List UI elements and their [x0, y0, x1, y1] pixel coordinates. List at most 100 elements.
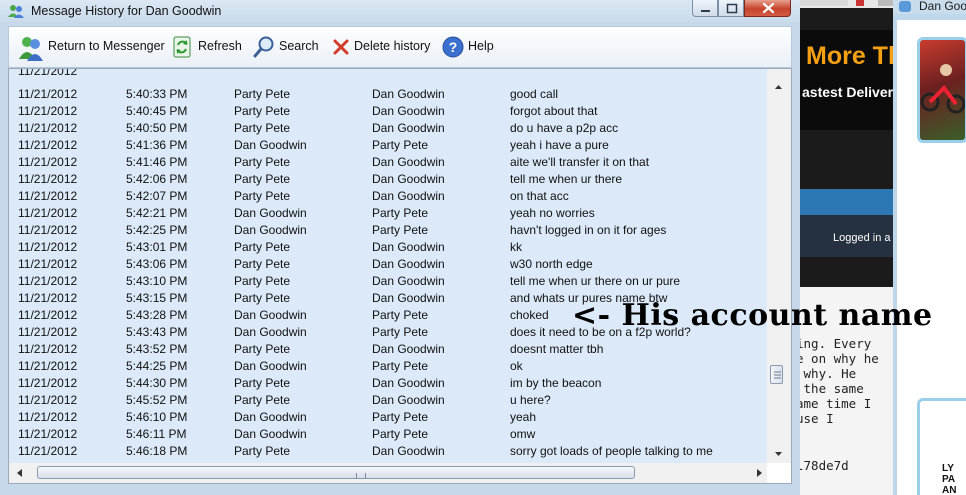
chat-title: Dan Goo: [919, 0, 966, 13]
table-row[interactable]: 11/21/2012 5:46:18 PM Party Pete Dan Goodwi…: [9, 442, 767, 459]
row-time: 5:42:25 PM: [126, 223, 188, 237]
refresh-button[interactable]: Refresh: [172, 27, 242, 67]
row-date: 11/21/2012: [18, 359, 78, 373]
row-to: Dan Goodwin: [372, 172, 445, 186]
table-row[interactable]: 11/21/2012 5:43:06 PM Party Pete Dan Goodwi…: [9, 255, 767, 272]
row-from: Party Pete: [234, 155, 291, 169]
row-to: Dan Goodwin: [372, 274, 445, 288]
row-time: 5:46:18 PM: [126, 444, 188, 458]
row-time: 5:42:06 PM: [126, 172, 188, 186]
table-row[interactable]: 11/21/2012 5:42:21 PM Dan Goodwin Party Pet…: [9, 204, 767, 221]
row-from: Party Pete: [234, 87, 291, 101]
row-from: Dan Goodwin: [234, 410, 307, 424]
forum-post-text: ing. Every e on why he why. He the same …: [796, 336, 879, 426]
row-time: 5:43:06 PM: [126, 257, 188, 271]
row-time: 5:45:52 PM: [126, 393, 188, 407]
row-time: 5:40:50 PM: [126, 121, 188, 135]
row-to: Dan Goodwin: [372, 121, 445, 135]
row-to: Party Pete: [372, 308, 429, 322]
row-message: havn't logged in on it for ages: [510, 223, 667, 237]
row-message: im by the beacon: [510, 376, 602, 390]
scroll-down-arrow-icon[interactable]: [767, 446, 791, 462]
table-row[interactable]: 11/21/2012 5:42:25 PM Dan Goodwin Party Pet…: [9, 221, 767, 238]
banner-title: More Th: [806, 42, 896, 70]
delete-history-label: Delete history: [354, 39, 431, 53]
row-date: 11/21/2012: [18, 274, 78, 288]
row-from: Party Pete: [234, 342, 291, 356]
scroll-left-arrow-icon[interactable]: [15, 467, 25, 479]
row-from: Party Pete: [234, 240, 291, 254]
row-to: Party Pete: [372, 138, 429, 152]
messenger-buddies-icon: [19, 37, 43, 61]
row-from: Dan Goodwin: [234, 427, 307, 441]
table-row[interactable]: 11/21/2012 5:43:52 PM Party Pete Dan Goodwi…: [9, 340, 767, 357]
row-from: Dan Goodwin: [234, 223, 307, 237]
row-from: Party Pete: [234, 393, 291, 407]
return-to-messenger-button[interactable]: Return to Messenger: [15, 27, 165, 67]
row-to: Dan Goodwin: [372, 342, 445, 356]
row-message: aite we'll transfer it on that: [510, 155, 650, 169]
row-from: Party Pete: [234, 444, 291, 458]
table-row[interactable]: 11/21/2012 5:43:01 PM Party Pete Dan Goodwi…: [9, 238, 767, 255]
minimize-button[interactable]: [692, 0, 718, 17]
row-date: 11/21/2012: [18, 189, 78, 203]
message-rows: 11/21/2012 11/21/2012 5:40:33 PM Party Pet…: [9, 69, 767, 463]
row-time: 5:42:07 PM: [126, 189, 188, 203]
avatar-logo-text: LY PA AN: [942, 463, 957, 495]
help-button[interactable]: ? Help: [441, 27, 497, 67]
scroll-up-arrow-icon[interactable]: [767, 79, 791, 95]
row-time: 5:46:10 PM: [126, 410, 188, 424]
row-from: Party Pete: [234, 172, 291, 186]
row-to: Party Pete: [372, 206, 429, 220]
message-history-list[interactable]: 11/21/2012 11/21/2012 5:40:33 PM Party Pet…: [8, 68, 792, 484]
vertical-scrollbar[interactable]: [767, 69, 791, 463]
row-message: ok: [510, 359, 523, 373]
row-date: 11/21/2012: [18, 206, 78, 220]
vertical-scroll-thumb[interactable]: [770, 365, 783, 384]
row-from: Dan Goodwin: [234, 138, 307, 152]
messenger-buddies-icon: [8, 5, 24, 18]
row-to: Party Pete: [372, 410, 429, 424]
row-to: Dan Goodwin: [372, 104, 445, 118]
scroll-right-arrow-icon[interactable]: [754, 467, 764, 479]
close-button[interactable]: [744, 0, 791, 17]
horizontal-scrollbar[interactable]: [9, 463, 767, 483]
window-titlebar[interactable]: Message History for Dan Goodwin: [0, 0, 800, 22]
table-row[interactable]: 11/21/2012 5:42:06 PM Party Pete Dan Goodwi…: [9, 170, 767, 187]
row-time: 5:43:15 PM: [126, 291, 188, 305]
delete-history-button[interactable]: Delete history: [329, 27, 431, 67]
refresh-icon: [173, 36, 191, 58]
row-date: 11/21/2012: [18, 138, 78, 152]
table-row[interactable]: 11/21/2012 5:44:30 PM Party Pete Dan Goodwi…: [9, 374, 767, 391]
maximize-button[interactable]: [718, 0, 744, 17]
table-row[interactable]: 11/21/2012 5:42:07 PM Party Pete Dan Goodwi…: [9, 187, 767, 204]
row-message: w30 north edge: [510, 257, 593, 271]
table-row[interactable]: 11/21/2012 5:45:52 PM Party Pete Dan Goodwi…: [9, 391, 767, 408]
row-message: tell me when ur there on ur pure: [510, 274, 681, 288]
toolbar: Return to Messenger Refresh Search Delet…: [8, 26, 792, 68]
table-row[interactable]: 11/21/2012 5:44:25 PM Dan Goodwin Party Pet…: [9, 357, 767, 374]
refresh-label: Refresh: [198, 39, 242, 53]
table-row[interactable]: 11/21/2012 5:40:45 PM Party Pete Dan Goodwi…: [9, 102, 767, 119]
delete-x-icon: [333, 39, 349, 55]
row-date: 11/21/2012: [18, 410, 78, 424]
row-message: doesnt matter tbh: [510, 342, 604, 356]
table-row[interactable]: 11/21/2012 5:46:11 PM Dan Goodwin Party Pet…: [9, 425, 767, 442]
close-icon: [762, 2, 775, 14]
row-from: Party Pete: [234, 104, 291, 118]
table-row[interactable]: 11/21/2012 5:43:10 PM Party Pete Dan Goodwi…: [9, 272, 767, 289]
row-from: Dan Goodwin: [234, 325, 307, 339]
row-date: 11/21/2012: [18, 223, 78, 237]
row-time: 5:43:52 PM: [126, 342, 188, 356]
table-row[interactable]: 11/21/2012 5:40:33 PM Party Pete Dan Goodwi…: [9, 85, 767, 102]
horizontal-scroll-thumb[interactable]: [37, 466, 635, 479]
row-time: 5:43:43 PM: [126, 325, 188, 339]
table-row[interactable]: 11/21/2012 5:41:36 PM Dan Goodwin Party Pet…: [9, 136, 767, 153]
contact-avatar: [917, 37, 966, 143]
row-time: 5:43:28 PM: [126, 308, 188, 322]
table-row[interactable]: 11/21/2012 5:40:50 PM Party Pete Dan Goodwi…: [9, 119, 767, 136]
table-row[interactable]: 11/21/2012 5:46:10 PM Dan Goodwin Party Pet…: [9, 408, 767, 425]
row-time: 5:43:10 PM: [126, 274, 188, 288]
search-button[interactable]: Search: [251, 27, 319, 67]
table-row[interactable]: 11/21/2012 5:41:46 PM Party Pete Dan Goodwi…: [9, 153, 767, 170]
